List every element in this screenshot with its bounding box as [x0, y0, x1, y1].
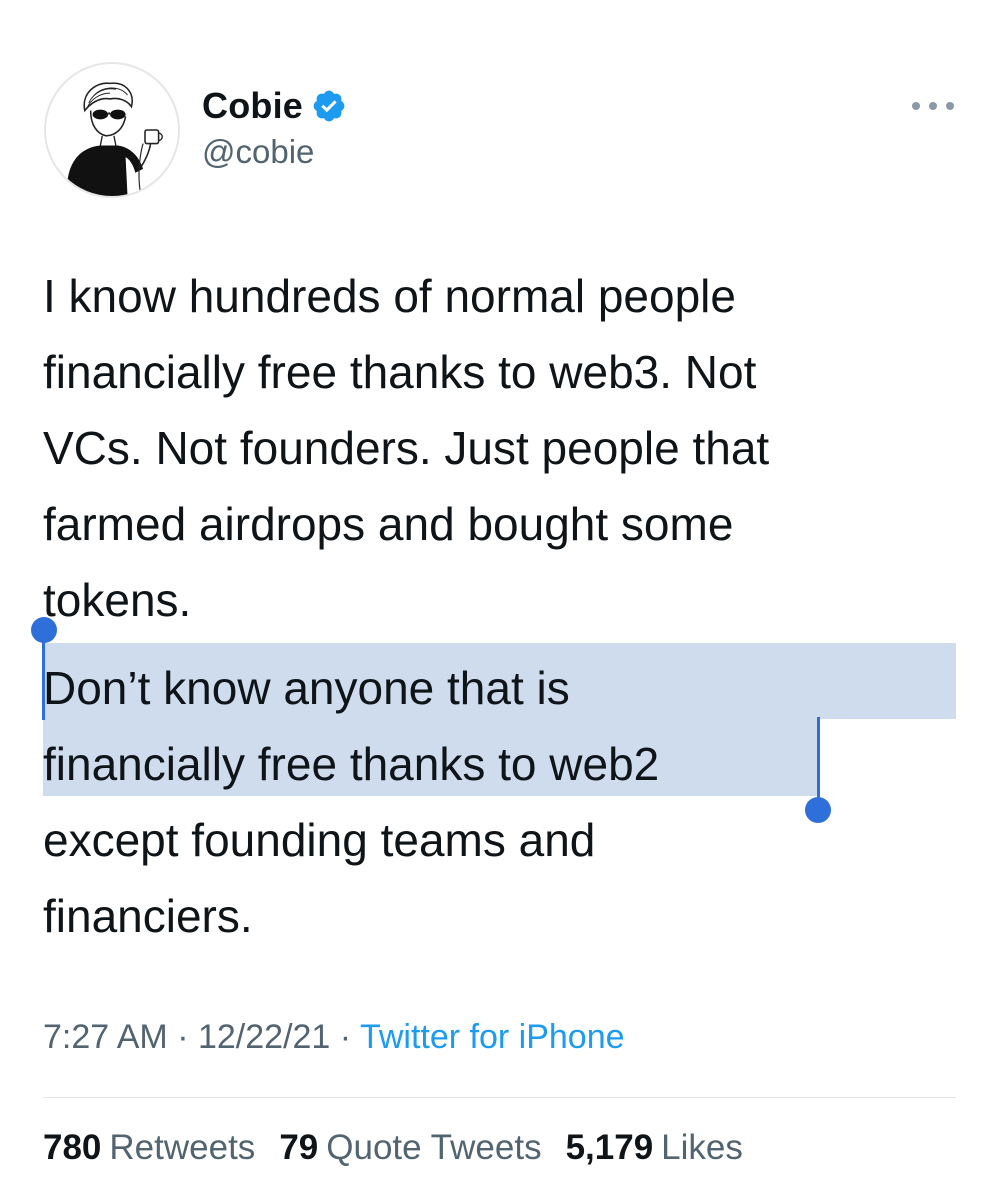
likes-count: 5,179: [565, 1128, 654, 1167]
likes-label: Likes: [661, 1128, 743, 1167]
retweets-label: Retweets: [109, 1128, 256, 1167]
selection-end-handle[interactable]: [805, 797, 831, 823]
divider: [43, 1097, 956, 1098]
meta-separator: ·: [339, 1018, 352, 1056]
avatar-illustration: [67, 82, 163, 196]
verified-badge-icon: [311, 88, 347, 124]
display-name[interactable]: Cobie: [202, 85, 303, 127]
meta-separator: ·: [177, 1018, 189, 1056]
user-handle[interactable]: @cobie: [202, 133, 314, 171]
quote-tweets-stat[interactable]: 79 Quote Tweets: [279, 1128, 541, 1168]
tweet-text[interactable]: I know hundreds of normal people financi…: [43, 258, 943, 958]
tweet-text-line-selected: financially free thanks to web2: [43, 738, 660, 790]
tweet-text-line: VCs. Not founders. Just people that: [43, 422, 770, 474]
tweet-text-line: I know hundreds of normal people: [43, 270, 736, 322]
tweet-stats: 780 Retweets 79 Quote Tweets 5,179 Likes: [43, 1128, 743, 1168]
tweet-time[interactable]: 7:27 AM: [43, 1018, 168, 1056]
likes-stat[interactable]: 5,179 Likes: [566, 1128, 743, 1168]
tweet-text-line: except founding teams and: [43, 814, 596, 866]
avatar[interactable]: [44, 62, 180, 198]
name-row[interactable]: Cobie: [202, 84, 347, 128]
tweet-text-line: financially free thanks to web3. Not: [43, 346, 757, 398]
quote-tweets-label: Quote Tweets: [326, 1128, 542, 1167]
tweet-source-link[interactable]: Twitter for iPhone: [360, 1018, 625, 1056]
tweet-date[interactable]: 12/22/21: [198, 1018, 330, 1056]
tweet-text-line: financiers.: [43, 890, 253, 942]
tweet-meta: 7:27 AM · 12/22/21 · Twitter for iPhone: [43, 1018, 625, 1057]
more-options-icon[interactable]: [912, 96, 954, 116]
selection-start-caret: [42, 640, 45, 720]
retweets-count: 780: [43, 1128, 102, 1167]
tweet-text-line: tokens.: [43, 574, 192, 626]
selection-end-caret: [817, 717, 820, 800]
tweet-text-line: farmed airdrops and bought some: [43, 498, 734, 550]
quote-tweets-count: 79: [279, 1128, 319, 1167]
retweets-stat[interactable]: 780 Retweets: [43, 1128, 255, 1168]
tweet-detail: Cobie @cobie I know hundreds of normal p…: [0, 0, 999, 1200]
tweet-text-line-selected: Don’t know anyone that is: [43, 662, 570, 714]
